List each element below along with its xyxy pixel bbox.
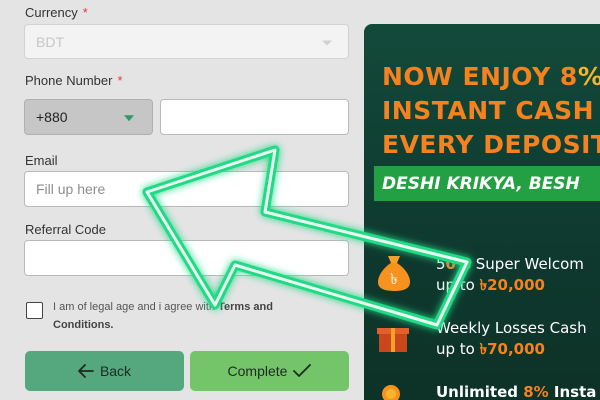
arrow-left-icon	[78, 364, 94, 378]
dial-code-value: +880	[36, 109, 68, 125]
promo-headline-3: EVERY DEPOSIT	[382, 130, 600, 159]
phone-input[interactable]	[160, 99, 349, 135]
currency-label: Currency *	[25, 5, 88, 20]
referral-label: Referral Code	[25, 222, 106, 237]
referral-input[interactable]	[24, 240, 349, 276]
back-button[interactable]: Back	[25, 351, 184, 391]
currency-value: BDT	[36, 33, 64, 50]
email-label: Email	[25, 153, 58, 168]
currency-select[interactable]: BDT	[24, 24, 349, 59]
complete-label: Complete	[227, 363, 288, 379]
dial-code-select[interactable]: +880	[24, 99, 153, 135]
email-input[interactable]: Fill up here	[24, 171, 349, 207]
back-label: Back	[99, 363, 132, 379]
chevron-down-icon	[124, 115, 134, 122]
promo-headline-1: NOW ENJOY 8%	[382, 62, 600, 91]
registration-form: Currency * BDT Phone Number * +880 Email F…	[0, 0, 360, 400]
gift-box-icon	[377, 328, 409, 352]
feature-instant-rebate: Unlimited 8% Insta	[436, 383, 597, 400]
coin-icon	[382, 385, 400, 400]
money-bag-icon: ৳	[378, 256, 410, 291]
promo-banner[interactable]: NOW ENJOY 8% INSTANT CASH EVERY DEPOSIT …	[364, 24, 600, 400]
feature-weekly-losses: Weekly Losses Cash up to ৳70,000	[436, 319, 587, 358]
promo-headline-2: INSTANT CASH	[382, 96, 594, 125]
chevron-down-icon	[322, 40, 332, 45]
complete-button[interactable]: Complete	[190, 351, 349, 391]
agree-checkbox[interactable]	[26, 302, 43, 319]
agree-text: I am of legal age and i agree with Terms…	[53, 301, 273, 331]
svg-text:৳: ৳	[390, 270, 397, 288]
phone-label: Phone Number *	[25, 73, 123, 88]
feature-welcome: 50% Super Welcom up to ৳20,000	[436, 255, 584, 294]
promo-tagline: DESHI KRIKYA, BESH	[374, 166, 600, 201]
checkmark-icon	[293, 364, 312, 377]
email-placeholder: Fill up here	[36, 181, 106, 197]
